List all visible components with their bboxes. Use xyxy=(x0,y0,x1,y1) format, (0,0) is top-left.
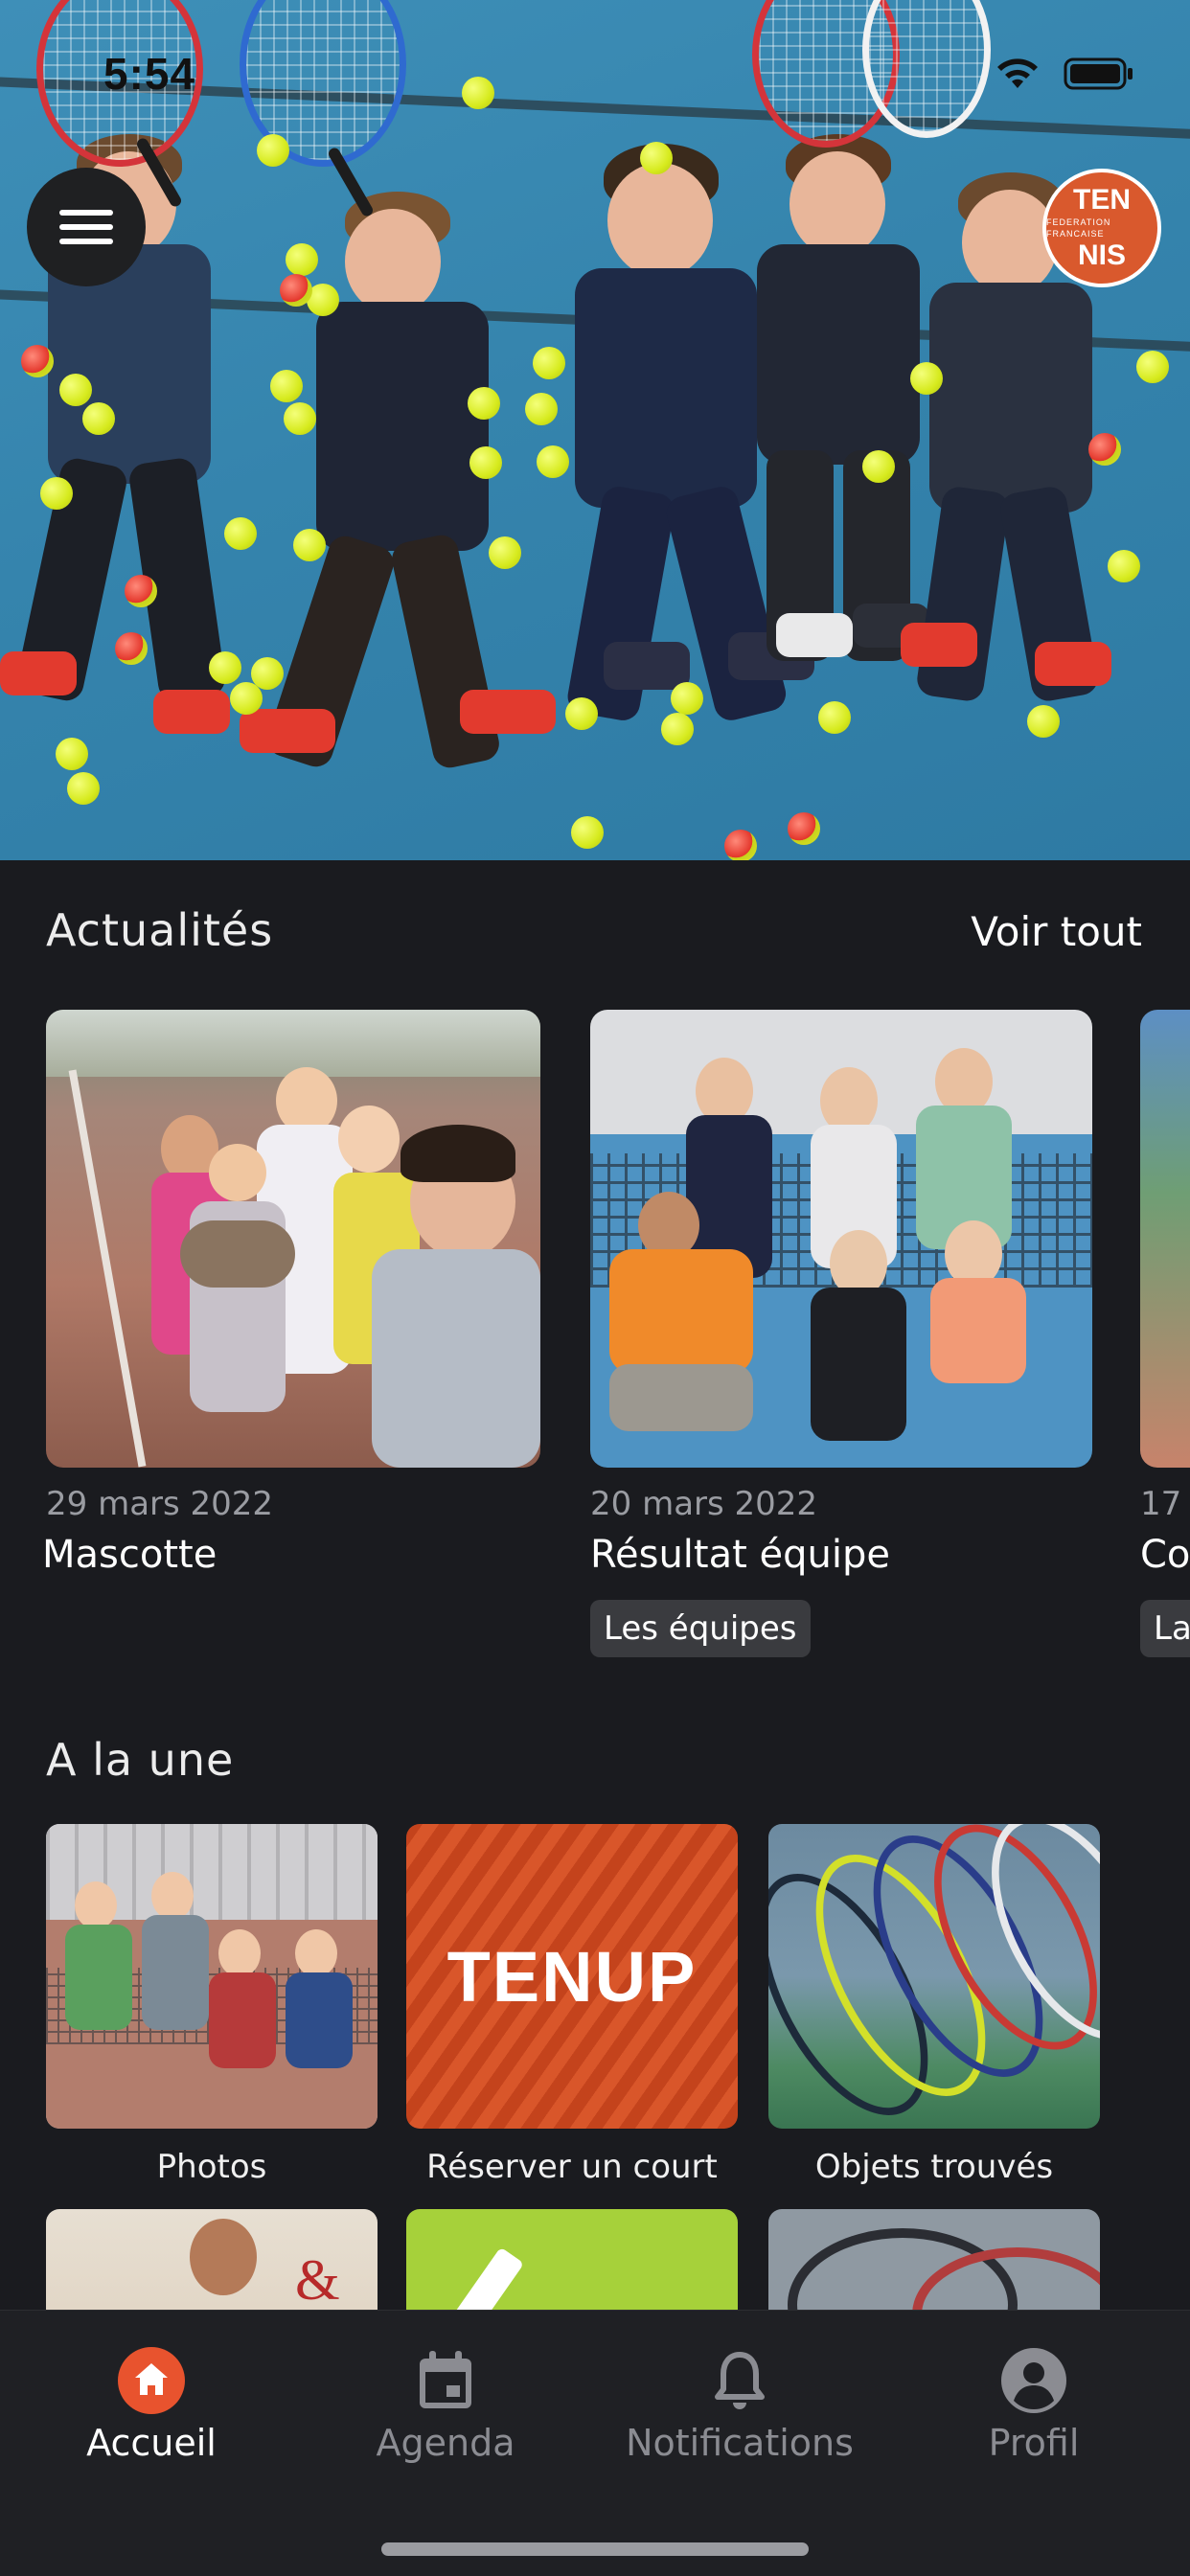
news-card-title: Résultat équipe xyxy=(590,1533,890,1577)
tab-agenda[interactable]: Agenda xyxy=(302,2347,589,2464)
news-card-title: Mascotte xyxy=(42,1533,217,1577)
tab-accueil[interactable]: Accueil xyxy=(8,2347,295,2464)
status-bar-time: 5:54 xyxy=(103,49,196,99)
news-card-image xyxy=(590,1010,1092,1468)
tab-profil-label: Profil xyxy=(988,2422,1080,2464)
tab-agenda-label: Agenda xyxy=(376,2422,515,2464)
hero-banner-image: 5:54 TEN FEDERATION FRANCAISE NIS xyxy=(0,0,1190,860)
battery-icon xyxy=(1064,57,1133,90)
calendar-icon xyxy=(412,2347,479,2414)
tile-photos[interactable]: Photos xyxy=(46,1824,378,2186)
news-card-image xyxy=(1140,1010,1190,1468)
tile-lost-found-image xyxy=(768,1824,1100,2129)
tab-notifications-label: Notifications xyxy=(626,2422,854,2464)
club-logo-text-bottom: NIS xyxy=(1077,239,1126,271)
tile-lost-found[interactable]: Objets trouvés xyxy=(768,1824,1100,2186)
tab-profil[interactable]: Profil xyxy=(890,2347,1178,2464)
news-card-date: 20 mars 2022 xyxy=(590,1485,818,1523)
club-logo[interactable]: TEN FEDERATION FRANCAISE NIS xyxy=(1042,169,1161,287)
wifi-icon xyxy=(997,58,1038,88)
hamburger-menu-icon xyxy=(59,210,113,216)
see-all-link[interactable]: Voir tout xyxy=(971,908,1142,955)
tile-tenup-image: TENUP xyxy=(406,1824,738,2129)
club-logo-text-top: TEN xyxy=(1073,184,1131,216)
home-indicator[interactable] xyxy=(381,2542,809,2556)
news-section-title: Actualités xyxy=(46,904,274,956)
status-icons xyxy=(993,56,1134,92)
featured-section-title: A la une xyxy=(46,1734,235,1786)
tab-accueil-label: Accueil xyxy=(86,2422,217,2464)
tenup-logo: TENUP xyxy=(446,1936,698,2017)
news-card-tag[interactable]: Les équipes xyxy=(590,1600,811,1657)
tab-notifications[interactable]: Notifications xyxy=(596,2347,883,2464)
tile-photos-label: Photos xyxy=(156,2148,267,2186)
tile-lost-found-label: Objets trouvés xyxy=(814,2148,1054,2186)
bell-icon xyxy=(706,2347,773,2414)
tile-photos-image xyxy=(46,1824,378,2129)
hamburger-menu-button[interactable] xyxy=(27,168,146,286)
news-card[interactable]: 29 mars 2022 Mascotte xyxy=(42,1010,540,1577)
tile-reserve-court[interactable]: TENUP Réserver un court xyxy=(406,1824,738,2186)
news-card-image xyxy=(46,1010,540,1468)
bottom-tab-bar: Accueil Agenda Notifications Profil xyxy=(0,2310,1190,2576)
tile-reserve-court-label: Réserver un court xyxy=(426,2148,718,2186)
news-card[interactable]: 20 mars 2022 Résultat équipe Les équipes xyxy=(590,1010,1092,1657)
news-card[interactable]: 17 Co La xyxy=(1140,1010,1190,1657)
profile-icon xyxy=(1000,2347,1067,2414)
news-card-date: 29 mars 2022 xyxy=(46,1485,274,1523)
club-logo-text-mid: FEDERATION FRANCAISE xyxy=(1046,217,1111,239)
news-card-date: 17 xyxy=(1140,1485,1182,1523)
news-card-title: Co xyxy=(1140,1533,1190,1577)
news-card-tag[interactable]: La xyxy=(1140,1600,1190,1657)
home-icon xyxy=(118,2347,185,2414)
